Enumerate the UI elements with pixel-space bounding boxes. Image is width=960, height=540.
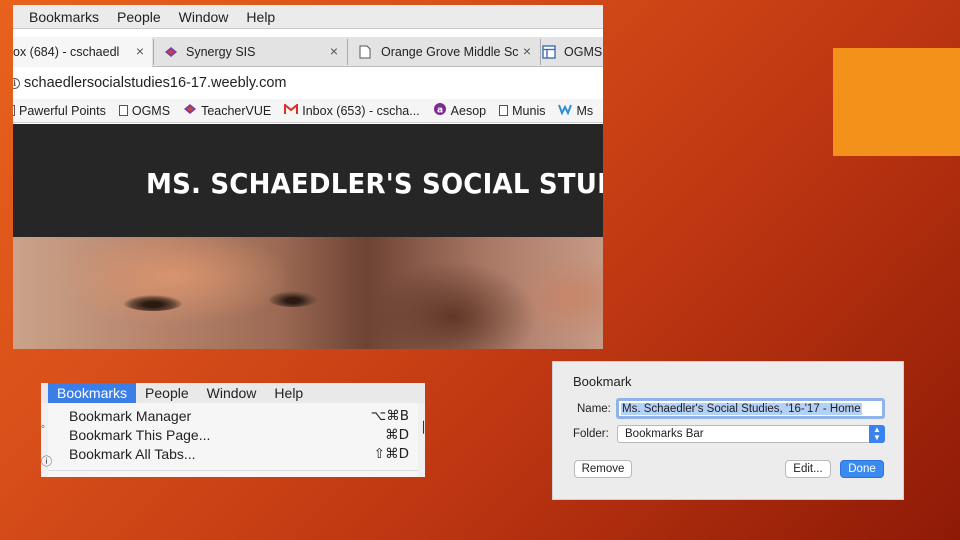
page-icon — [499, 105, 509, 116]
folder-select[interactable]: Bookmarks Bar ▲ ▼ — [617, 425, 885, 443]
cropped-edge-icon: ▕ — [415, 422, 424, 434]
bookmark-ms[interactable]: Ms — [558, 103, 593, 118]
page-icon — [118, 105, 128, 116]
weebly-icon — [558, 103, 573, 118]
bookmark-label: Aesop — [450, 103, 487, 118]
bookmark-pawerful-points[interactable]: Pawerful Points — [13, 104, 106, 118]
edit-button[interactable]: Edit... — [785, 460, 831, 478]
tab-label: Orange Grove Middle Sc — [381, 45, 519, 59]
name-input[interactable]: Ms. Schaedler's Social Studies, '16-'17 … — [616, 398, 885, 419]
bookmark-dialog: Bookmark Name: Ms. Schaedler's Social St… — [552, 361, 904, 500]
tab-synergy[interactable]: Synergy SIS × — [156, 37, 346, 67]
menubar: Bookmarks People Window Help — [41, 383, 425, 403]
folder-select-value: Bookmarks Bar — [625, 428, 704, 440]
menu-people[interactable]: People — [117, 9, 161, 25]
synergy-icon — [164, 45, 178, 59]
address-bar[interactable]: i schaedlersocialstudies16-17.weebly.com — [13, 68, 603, 98]
tab-ogms[interactable]: OGMS — [542, 37, 603, 67]
cropped-edge-icon: ◦ — [41, 421, 45, 433]
name-label: Name: — [577, 403, 611, 415]
remove-button[interactable]: Remove — [574, 460, 632, 478]
tab-strip: ox (684) - cschaedl × Synergy SIS × Oran… — [13, 37, 603, 67]
info-icon[interactable]: i — [13, 77, 20, 89]
menu-help[interactable]: Help — [265, 383, 312, 403]
bookmark-label: TeacherVUE — [201, 103, 272, 118]
menu-window[interactable]: Window — [198, 383, 266, 403]
shortcut-label: ⌘D — [385, 427, 409, 443]
bookmark-label: Inbox (653) - cscha... — [302, 103, 420, 118]
site-icon — [542, 45, 556, 59]
folder-label: Folder: — [573, 428, 609, 440]
bookmark-teachervue[interactable]: TeacherVUE — [183, 103, 271, 118]
tab-divider — [540, 39, 541, 65]
tab-divider — [153, 39, 154, 65]
tab-label: Synergy SIS — [186, 45, 256, 59]
bookmark-inbox[interactable]: Inbox (653) - cscha... — [284, 102, 420, 118]
menu-item-bookmark-this-page[interactable]: Bookmark This Page... ⌘D — [69, 427, 409, 446]
menu-item-label: Bookmark This Page... — [69, 427, 211, 443]
orange-accent-block — [833, 48, 960, 156]
photo-detail — [268, 291, 318, 307]
tab-divider — [347, 39, 348, 65]
shortcut-label: ⌥⌘B — [370, 408, 409, 424]
dialog-title: Bookmark — [573, 374, 632, 389]
synergy-icon — [183, 103, 197, 118]
done-button[interactable]: Done — [840, 460, 884, 478]
tab-inbox[interactable]: ox (684) - cschaedl × — [13, 37, 152, 67]
close-icon[interactable]: × — [136, 43, 144, 59]
menu-item-label: Bookmark Manager — [69, 408, 192, 424]
menu-window[interactable]: Window — [179, 9, 229, 25]
close-icon[interactable]: × — [523, 43, 531, 59]
shortcut-label: ⇧⌘D — [373, 446, 409, 462]
bookmarks-bar: Pawerful Points OGMS TeacherVUE Inbox (6… — [13, 99, 603, 123]
bookmark-label: Ms — [576, 103, 594, 118]
bookmark-aesop[interactable]: a Aesop — [433, 102, 486, 119]
menu-bookmarks[interactable]: Bookmarks — [48, 383, 137, 403]
menu-help[interactable]: Help — [246, 9, 275, 25]
bookmark-munis[interactable]: Munis — [499, 104, 545, 118]
updown-arrows-icon[interactable]: ▲ ▼ — [869, 425, 885, 443]
bookmarks-dropdown: Bookmark Manager ⌥⌘B Bookmark This Page.… — [48, 403, 418, 477]
menu-item-bookmark-all-tabs[interactable]: Bookmark All Tabs... ⇧⌘D — [69, 446, 409, 465]
menu-item-bookmark-manager[interactable]: Bookmark Manager ⌥⌘B — [69, 408, 409, 427]
browser-screenshot: Bookmarks People Window Help ox (684) - … — [13, 5, 603, 349]
menu-people[interactable]: People — [136, 383, 198, 403]
site-title: MS. SCHAEDLER'S SOCIAL STUDIE — [146, 167, 603, 200]
bookmark-label: Munis — [512, 103, 546, 118]
bookmarks-menu-screenshot: Bookmarks People Window Help Bookmark Ma… — [41, 383, 425, 477]
site-header: MS. SCHAEDLER'S SOCIAL STUDIE — [13, 124, 603, 237]
hero-photo — [13, 237, 603, 349]
browser-menubar: Bookmarks People Window Help — [13, 5, 603, 29]
tab-label: ox (684) - cschaedl — [13, 45, 120, 59]
close-icon[interactable]: × — [330, 43, 338, 59]
photo-detail — [123, 295, 183, 311]
cropped-info-icon: ⓘ — [41, 456, 52, 468]
bookmark-label: OGMS — [131, 103, 171, 118]
gmail-icon — [284, 102, 299, 118]
bookmark-label: Pawerful Points — [19, 103, 106, 118]
menu-item-label: Bookmark All Tabs... — [69, 446, 196, 462]
menu-bookmarks[interactable]: Bookmarks — [29, 9, 99, 25]
bookmark-ogms[interactable]: OGMS — [118, 103, 171, 118]
url-text[interactable]: schaedlersocialstudies16-17.weebly.com — [24, 75, 286, 91]
page-icon — [359, 45, 373, 59]
menu-divider — [48, 470, 418, 471]
tab-label: OGMS — [564, 45, 603, 59]
aesop-icon: a — [433, 102, 447, 119]
page-icon — [13, 105, 15, 116]
tab-orange-grove[interactable]: Orange Grove Middle Sc × — [349, 37, 539, 67]
svg-text:a: a — [437, 106, 443, 116]
name-input-value[interactable]: Ms. Schaedler's Social Studies, '16-'17 … — [621, 402, 862, 415]
